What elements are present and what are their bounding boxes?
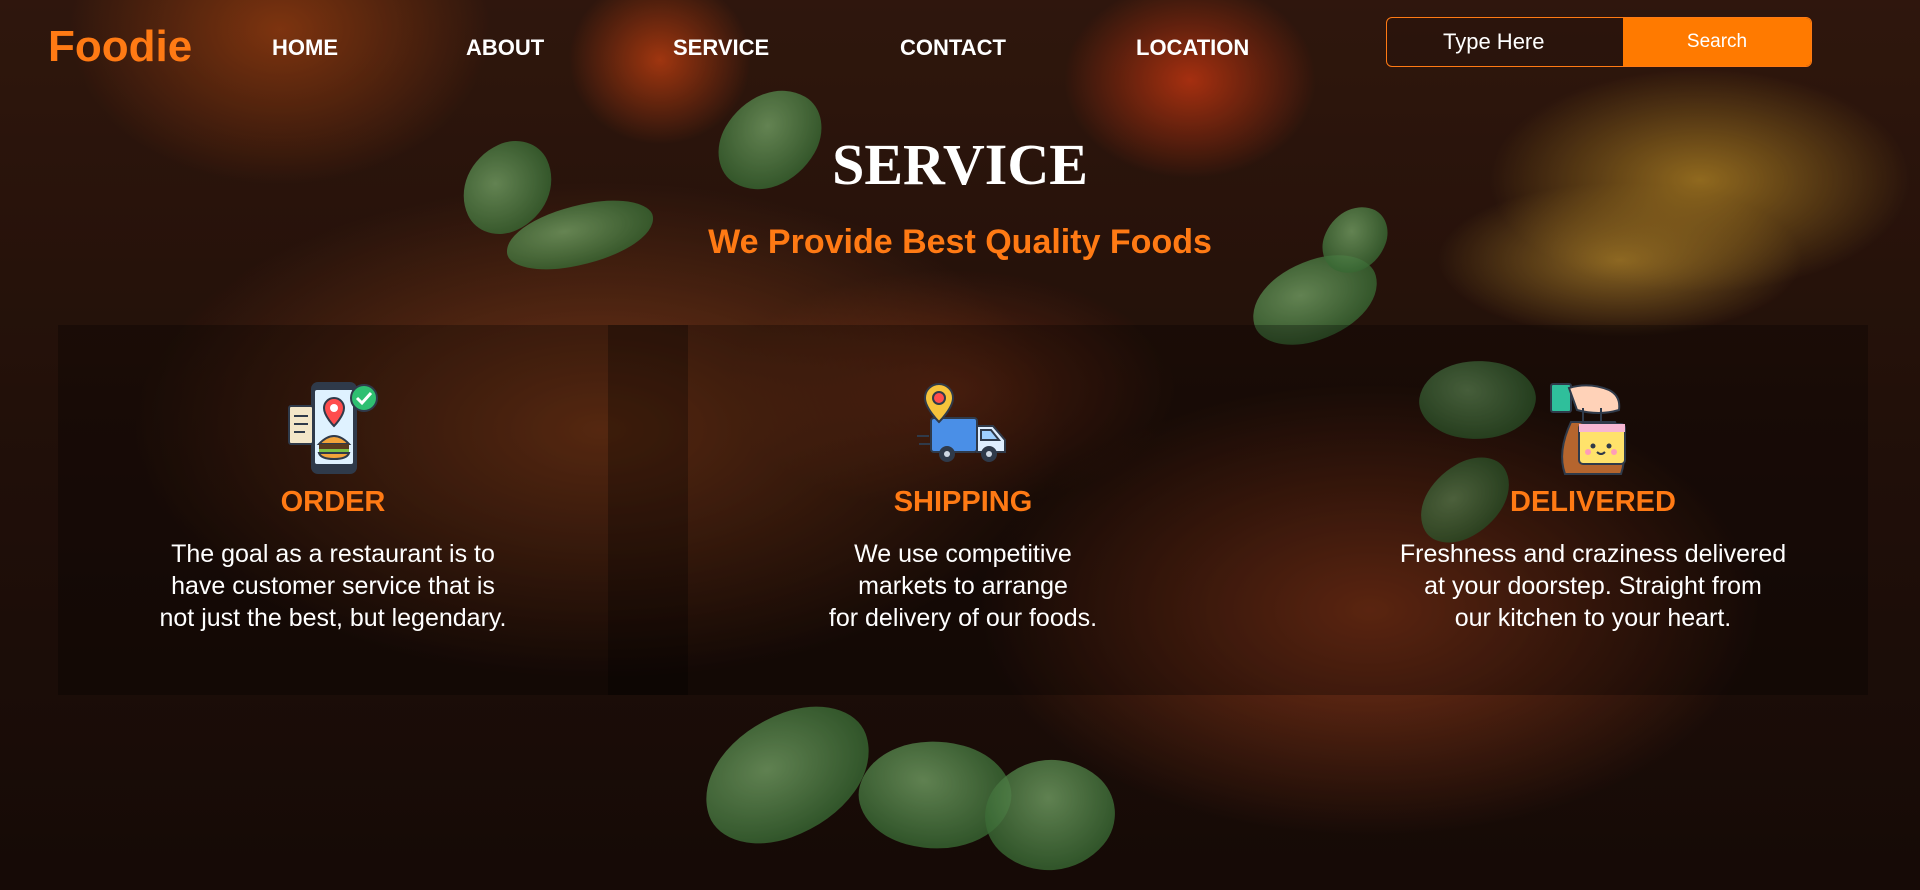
service-description: Freshness and craziness delivered at you… bbox=[1399, 540, 1787, 632]
nav-link-home[interactable]: HOME bbox=[272, 34, 338, 62]
service-description: The goal as a restaurant is to have cust… bbox=[159, 540, 507, 632]
service-title: SHIPPING bbox=[893, 486, 1033, 518]
service-title: ORDER bbox=[280, 486, 386, 518]
page: Foodie HOME ABOUT SERVICE CONTACT LOCATI… bbox=[0, 0, 1920, 890]
nav-link-about[interactable]: ABOUT bbox=[466, 34, 544, 62]
delivery-truck-icon bbox=[917, 382, 1006, 462]
brand-logo[interactable]: Foodie bbox=[48, 20, 192, 74]
nav-link-contact[interactable]: CONTACT bbox=[900, 34, 1006, 62]
nav-link-location[interactable]: LOCATION bbox=[1136, 34, 1249, 62]
service-card-delivered: DELIVERED Freshness and craziness delive… bbox=[1333, 378, 1853, 634]
service-card-order: ORDER The goal as a restaurant is to hav… bbox=[73, 378, 593, 634]
food-bag-hand-icon bbox=[1550, 383, 1626, 475]
service-description: We use competitive markets to arrange fo… bbox=[828, 540, 1098, 632]
service-title: DELIVERED bbox=[1510, 486, 1676, 518]
search-input[interactable] bbox=[1387, 18, 1623, 66]
search-form: Search bbox=[1386, 17, 1812, 67]
top-navbar: Foodie HOME ABOUT SERVICE CONTACT LOCATI… bbox=[0, 0, 1920, 90]
search-button[interactable]: Search bbox=[1623, 18, 1811, 66]
food-order-phone-icon bbox=[288, 382, 378, 474]
service-card-shipping: SHIPPING We use competitive markets to a… bbox=[703, 378, 1223, 634]
section-title: SERVICE bbox=[832, 132, 1088, 197]
nav-link-service[interactable]: SERVICE bbox=[673, 34, 769, 62]
section-subtitle: We Provide Best Quality Foods bbox=[708, 223, 1212, 261]
